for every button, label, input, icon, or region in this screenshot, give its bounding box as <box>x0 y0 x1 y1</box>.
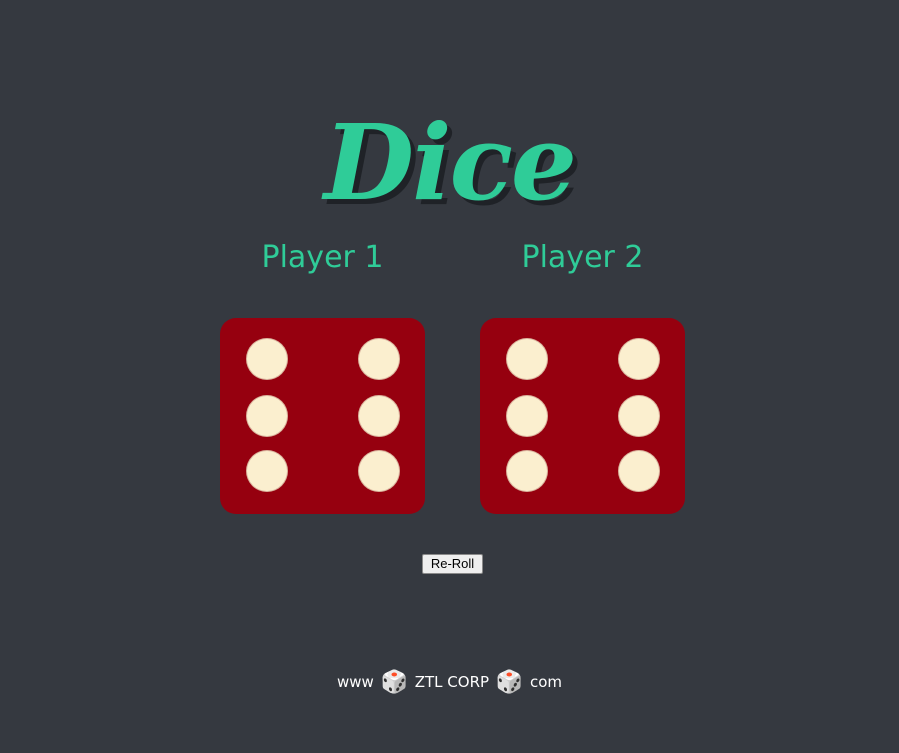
footer-prefix: www <box>336 673 374 691</box>
player-1-die <box>220 318 425 514</box>
player-1-label: Player 1 <box>261 240 384 275</box>
die-pip <box>246 338 288 380</box>
footer-brand: ZTL CORP <box>414 673 490 691</box>
dice-page: Dice Player 1 Player 2 Re-Roll www 🎲 ZTL… <box>0 0 899 753</box>
die-pip <box>618 395 660 437</box>
die-pip <box>506 450 548 492</box>
page-title: Dice <box>323 100 577 224</box>
die-pip <box>358 395 400 437</box>
die-pip <box>618 338 660 380</box>
player-2-label: Player 2 <box>521 240 644 275</box>
dice-icon: 🎲 <box>380 669 408 695</box>
die-pip <box>506 395 548 437</box>
reroll-button[interactable]: Re-Roll <box>422 554 483 574</box>
die-pip <box>246 450 288 492</box>
die-pip <box>246 395 288 437</box>
player-2-die <box>480 318 685 514</box>
die-pip <box>358 338 400 380</box>
footer-suffix: com <box>530 673 563 691</box>
footer: www 🎲 ZTL CORP 🎲 com <box>0 668 899 697</box>
die-pip <box>506 338 548 380</box>
die-pip <box>358 450 400 492</box>
die-pip <box>618 450 660 492</box>
dice-icon: 🎲 <box>495 669 524 695</box>
